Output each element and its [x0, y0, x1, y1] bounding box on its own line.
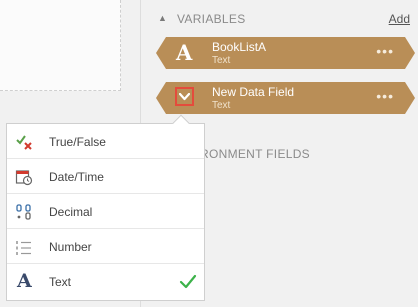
- text-icon: A: [17, 270, 32, 292]
- selected-check-icon: [179, 274, 197, 289]
- variable-type: Text: [212, 55, 231, 66]
- type-dropdown-toggle[interactable]: [175, 87, 194, 106]
- variables-title: VARIABLES: [177, 12, 246, 26]
- type-option-label: Date/Time: [49, 170, 104, 184]
- variable-name: New Data Field: [212, 85, 295, 99]
- designer-canvas: [0, 0, 121, 91]
- collapse-caret-icon[interactable]: ▲: [158, 13, 167, 23]
- add-variable-link[interactable]: Add: [389, 12, 410, 26]
- variable-card-booklista[interactable]: A BookListA Text •••: [156, 37, 415, 69]
- calendar-clock-icon: [15, 170, 33, 186]
- type-dropdown-menu: True/False Date/Time Decimal Number A Te…: [6, 123, 205, 301]
- type-option-label: Number: [49, 240, 92, 254]
- number-list-icon: [16, 241, 31, 255]
- type-option-text[interactable]: A Text: [7, 264, 204, 300]
- variable-type: Text: [212, 100, 231, 111]
- variable-name: BookListA: [212, 40, 267, 54]
- more-options-icon[interactable]: •••: [376, 88, 394, 104]
- decimal-icon: [16, 204, 31, 220]
- environment-fields-header: RONMENT FIELDS: [200, 147, 310, 161]
- true-false-icon: [16, 135, 32, 150]
- type-option-true-false[interactable]: True/False: [7, 124, 204, 159]
- more-options-icon[interactable]: •••: [376, 43, 394, 59]
- type-option-number[interactable]: Number: [7, 229, 204, 264]
- type-option-label: Decimal: [49, 205, 93, 219]
- variables-section-header: ▲ VARIABLES Add: [158, 12, 410, 28]
- type-option-label: True/False: [49, 135, 106, 149]
- type-option-date-time[interactable]: Date/Time: [7, 159, 204, 194]
- variable-card-new-data-field[interactable]: New Data Field Text •••: [156, 82, 415, 114]
- type-option-decimal[interactable]: Decimal: [7, 194, 204, 229]
- type-option-label: Text: [49, 275, 72, 289]
- text-type-icon: A: [176, 40, 193, 65]
- chevron-down-icon: [179, 93, 190, 101]
